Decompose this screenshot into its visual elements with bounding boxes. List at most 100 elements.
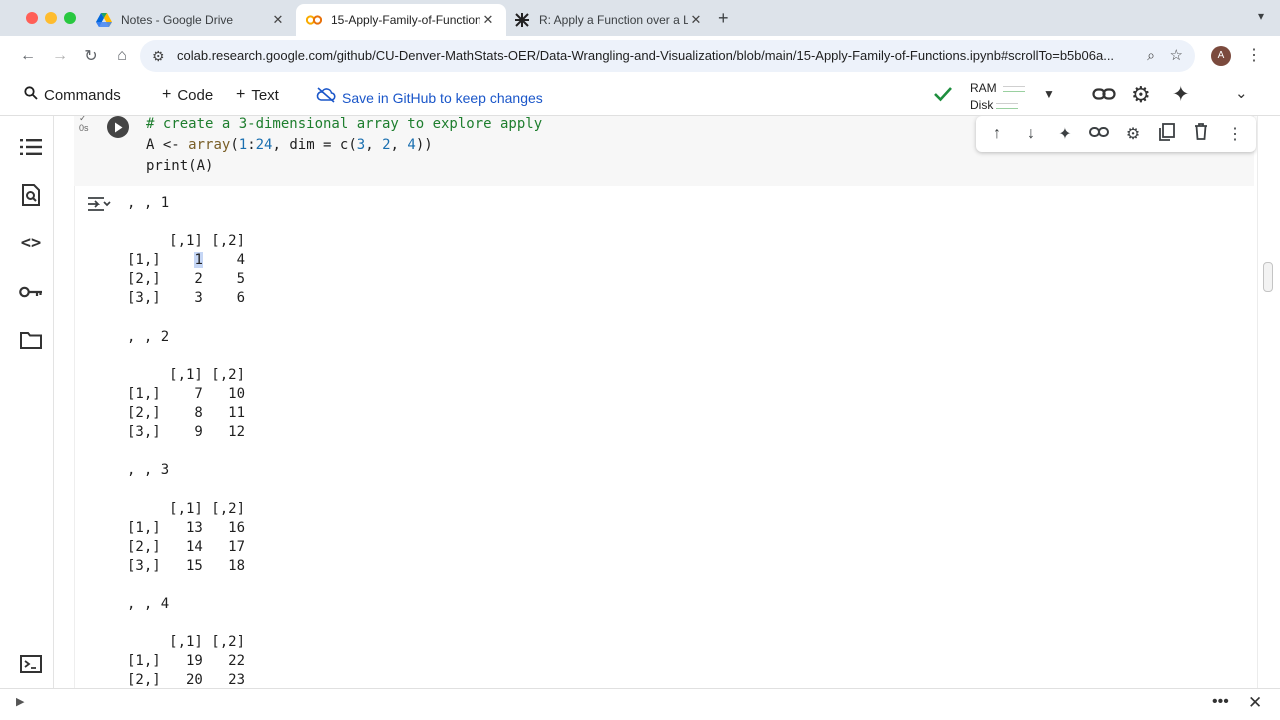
profile-avatar[interactable]: A (1211, 46, 1231, 66)
scrollbar-thumb[interactable] (1263, 262, 1273, 292)
move-up-icon[interactable]: ↑ (985, 125, 1009, 143)
resource-monitor[interactable]: RAM Disk (970, 80, 1025, 114)
play-icon (115, 122, 123, 132)
link-icon[interactable] (1087, 125, 1111, 144)
forward-arrow-icon[interactable]: → (50, 46, 70, 66)
browser-tab-drive[interactable]: Notes - Google Drive ✕ (86, 4, 296, 36)
slice-header: , , 3 (127, 462, 170, 479)
home-icon[interactable]: ⌂ (112, 46, 132, 66)
plus-icon: + (236, 86, 246, 103)
matrix-row: [3,] 3 6 (127, 290, 246, 307)
execution-status: ✓ 0s (79, 116, 89, 133)
ram-bar (1002, 85, 1025, 92)
code-token: 1 (238, 137, 248, 153)
chevron-down-icon[interactable]: ⌄ (1235, 84, 1248, 102)
matrix-row: [2,] 20 23 (127, 672, 246, 688)
add-text-cell-button[interactable]: + Text (236, 86, 279, 104)
more-horizontal-icon[interactable]: ••• (1212, 693, 1229, 711)
move-down-icon[interactable]: ↓ (1019, 125, 1043, 143)
browser-tab-r-docs[interactable]: R: Apply a Function over a Lis ✕ (504, 4, 714, 36)
minimize-window-button[interactable] (45, 12, 57, 24)
matrix-row: [2,] 8 11 (127, 405, 246, 422)
left-sidebar: <> (0, 116, 54, 688)
column-headers: [,1] [,2] (127, 500, 246, 517)
back-arrow-icon[interactable]: ← (18, 46, 38, 66)
column-headers: [,1] [,2] (127, 634, 246, 651)
mirror-cell-icon[interactable] (1155, 122, 1179, 146)
code-token: 24 (255, 137, 273, 153)
close-tab-icon[interactable]: ✕ (480, 12, 496, 28)
matrix-row: [1,] 19 22 (127, 653, 246, 670)
close-tab-icon[interactable]: ✕ (688, 12, 704, 28)
gear-icon[interactable]: ⚙ (1121, 124, 1145, 144)
code-token: 2 (382, 137, 391, 153)
disk-label: Disk (970, 98, 994, 112)
slice-header: , , 1 (127, 195, 170, 211)
commands-button[interactable]: Commands (24, 86, 121, 105)
exec-time: 0s (79, 123, 89, 133)
matrix-row: [3,] 9 12 (127, 424, 246, 441)
ram-label: RAM (970, 81, 997, 95)
trash-icon[interactable] (1189, 123, 1213, 145)
close-tab-icon[interactable]: ✕ (270, 12, 286, 28)
terminal-icon[interactable] (18, 651, 44, 677)
browser-tab-strip: Notes - Google Drive ✕ 15-Apply-Family-o… (0, 0, 1280, 36)
bookmark-star-icon[interactable]: ☆ (1170, 46, 1183, 64)
maximize-window-button[interactable] (64, 12, 76, 24)
text-label: Text (251, 86, 279, 104)
column-headers: [,1] [,2] (127, 233, 246, 250)
key-icon[interactable] (18, 279, 44, 305)
expand-arrow-icon[interactable]: ▶ (16, 695, 24, 708)
checkmark-icon (933, 85, 953, 108)
matrix-row: [1,] 13 16 (127, 519, 246, 536)
code-snippets-icon[interactable]: <> (18, 230, 44, 256)
run-cell-button[interactable] (107, 116, 129, 138)
matrix-row: [1,] 1 4 (127, 252, 246, 269)
code-token: A <- (146, 137, 189, 153)
code-token: , (365, 137, 383, 153)
search-icon (24, 86, 38, 105)
new-tab-icon[interactable]: + (718, 8, 729, 29)
colab-icon (306, 12, 322, 28)
column-headers: [,1] [,2] (127, 366, 246, 383)
browser-tab-colab[interactable]: 15-Apply-Family-of-Function ✕ (296, 4, 506, 36)
commands-label: Commands (44, 87, 121, 104)
code-cell[interactable]: ✓ 0s # create a 3-dimensional array to ex… (74, 116, 1256, 186)
code-token: )) (415, 137, 433, 153)
reload-icon[interactable]: ↻ (81, 46, 101, 66)
gemini-sparkle-icon[interactable]: ✦ (1172, 83, 1190, 107)
code-token: , dim = c( (272, 137, 357, 153)
cell-output: , , 1 [,1] [,2] [1,] 1 4 [2,] 2 5 [3,] 3… (74, 186, 1254, 688)
caret-down-icon[interactable]: ▼ (1043, 87, 1055, 101)
notebook-scrollbar[interactable] (1257, 116, 1280, 688)
r-docs-icon (514, 12, 530, 28)
address-bar-row: ← → ↻ ⌂ ⚙ colab.research.google.com/gith… (0, 36, 1280, 76)
close-icon[interactable]: ✕ (1248, 693, 1262, 713)
add-code-cell-button[interactable]: + Code (162, 86, 213, 104)
gemini-sparkle-icon[interactable]: ✦ (1053, 124, 1077, 144)
save-in-github-button[interactable]: Save in GitHub to keep changes (316, 87, 543, 108)
chevron-down-icon[interactable]: ▾ (1258, 9, 1264, 23)
code-token: ( (230, 137, 239, 153)
save-github-label: Save in GitHub to keep changes (342, 89, 543, 106)
url-text: colab.research.google.com/github/CU-Denv… (177, 48, 1115, 63)
gear-icon[interactable]: ⚙ (1131, 83, 1151, 107)
code-line: print(A) (146, 158, 214, 174)
tab-title: R: Apply a Function over a Lis (539, 13, 688, 27)
browser-menu-icon[interactable]: ⋮ (1246, 45, 1262, 65)
output-actions-icon[interactable] (87, 194, 111, 216)
link-icon[interactable] (1092, 84, 1116, 109)
close-window-button[interactable] (26, 12, 38, 24)
code-editor[interactable]: # create a 3-dimensional array to explor… (146, 116, 542, 177)
folder-icon[interactable] (18, 327, 44, 353)
code-token: 4 (407, 137, 416, 153)
url-bar[interactable]: ⚙ colab.research.google.com/github/CU-De… (140, 40, 1195, 72)
search-icon[interactable]: ⌕ (1147, 47, 1155, 64)
status-bar: ▶ ••• ✕ (0, 688, 1280, 720)
colab-toolbar: Commands + Code + Text Save in GitHub to… (0, 76, 1280, 116)
site-settings-icon[interactable]: ⚙ (152, 48, 165, 65)
more-options-icon[interactable]: ⋮ (1223, 124, 1247, 144)
matrix-row: [1,] 7 10 (127, 385, 246, 402)
table-of-contents-icon[interactable] (18, 134, 44, 160)
find-replace-icon[interactable] (18, 182, 44, 208)
